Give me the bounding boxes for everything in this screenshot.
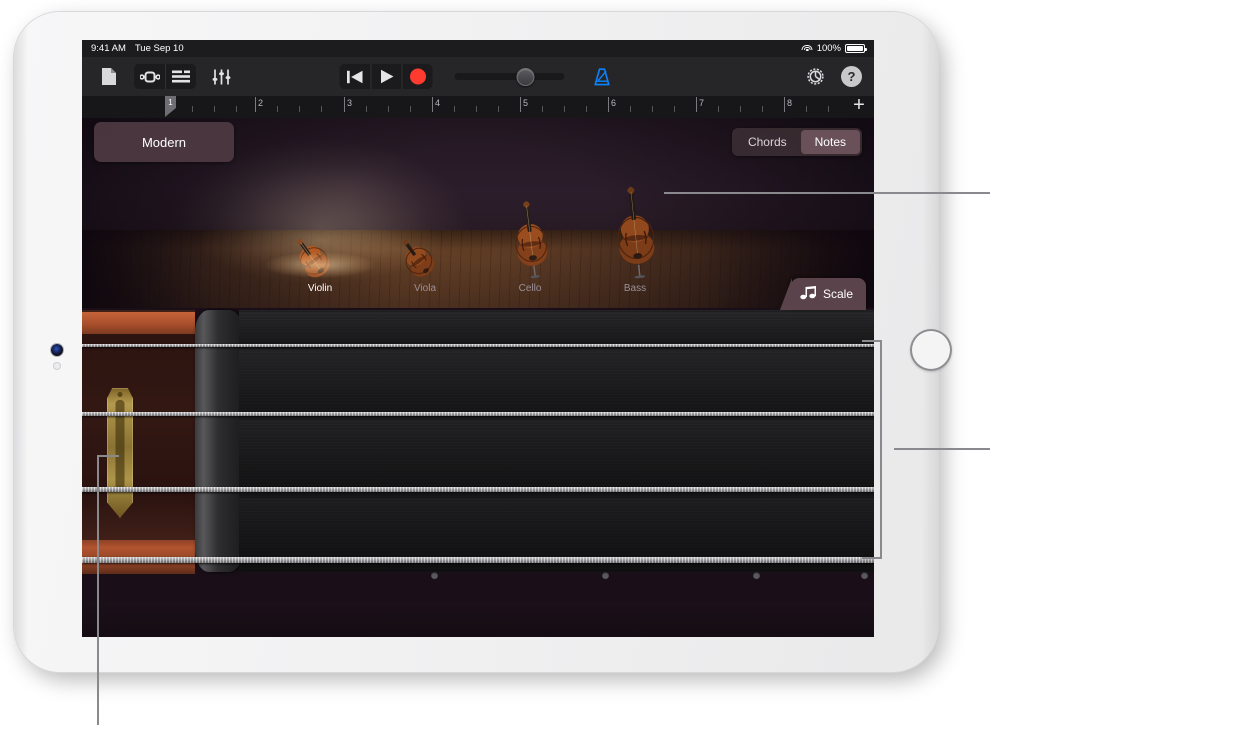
position-marker-dot — [861, 572, 868, 579]
master-volume-slider[interactable] — [454, 67, 565, 86]
fretboard-lower-shadow — [82, 602, 874, 637]
rewind-icon[interactable] — [339, 64, 371, 89]
instrument-bass[interactable]: Bass — [590, 186, 680, 294]
ipad-screen: 9:41 AM Tue Sep 10 100% ? 2 3 4 5 6 7 8 … — [82, 40, 874, 637]
toolbar-right-group: ? — [800, 64, 862, 89]
callout-strings-bracket-vertical — [880, 340, 882, 559]
callout-strings-bracket-top — [862, 340, 882, 342]
string-instrument-fretboard[interactable] — [82, 308, 874, 637]
ruler-bar-label: 5 — [523, 98, 529, 108]
ruler-bar-label: 2 — [258, 98, 264, 108]
view-toggle-group — [134, 64, 196, 89]
toolbar-left-group — [94, 64, 236, 89]
ruler-bar-label: 8 — [787, 98, 793, 108]
status-bar-left: 9:41 AM Tue Sep 10 — [91, 43, 184, 54]
ruler-bar-label: 6 — [611, 98, 617, 108]
home-button[interactable] — [910, 329, 952, 371]
ambient-light-sensor-icon — [54, 363, 60, 369]
position-marker-dot — [602, 572, 609, 579]
settings-gear-icon[interactable] — [800, 64, 830, 89]
battery-icon — [845, 44, 867, 53]
string-lane-1[interactable] — [239, 312, 874, 346]
callout-strings-bracket-bottom — [862, 557, 882, 559]
instrument-label-bass: Bass — [623, 283, 647, 294]
app-toolbar: ? — [82, 57, 874, 96]
ruler-bar-label: 3 — [347, 98, 353, 108]
instrument-label-violin: Violin — [307, 283, 333, 294]
instrument-label-cello: Cello — [518, 283, 542, 294]
status-bar: 9:41 AM Tue Sep 10 100% — [82, 40, 874, 57]
position-marker-dot — [431, 572, 438, 579]
playhead-bar-label: 1 — [165, 96, 176, 108]
document-icon[interactable] — [94, 64, 124, 89]
scale-button[interactable]: Scale — [790, 278, 866, 310]
callout-instrument-selector — [664, 192, 990, 194]
ruler-bar-label: 7 — [699, 98, 705, 108]
ruler-bar-label: 4 — [435, 98, 441, 108]
instrument-body-top-edge — [82, 312, 195, 334]
instrument-label-viola: Viola — [413, 283, 437, 294]
stage-wood-floor — [82, 230, 874, 308]
instrument-viola[interactable]: Viola — [380, 188, 470, 294]
status-date: Tue Sep 10 — [134, 43, 184, 54]
callout-tailpiece-leader — [97, 455, 119, 457]
playhead-tail — [165, 108, 176, 117]
front-camera-icon — [51, 344, 63, 356]
wifi-icon — [801, 44, 813, 53]
loop-browser-icon[interactable] — [134, 64, 165, 89]
play-icon[interactable] — [370, 64, 402, 89]
viola-icon — [380, 188, 470, 280]
string-lane-3[interactable] — [239, 420, 874, 492]
record-icon[interactable] — [401, 64, 433, 89]
string-3[interactable] — [82, 487, 874, 492]
scale-button-label: Scale — [822, 287, 853, 301]
string-lane-2[interactable] — [239, 350, 874, 416]
preset-name-button[interactable]: Modern — [94, 122, 234, 162]
toolbar-transport-group — [339, 64, 617, 89]
bass-icon — [590, 186, 680, 280]
string-4[interactable] — [82, 557, 874, 563]
mixer-icon[interactable] — [206, 64, 236, 89]
status-time: 9:41 AM — [91, 43, 126, 54]
metronome-icon[interactable] — [587, 64, 617, 89]
callout-tailpiece-vertical — [97, 455, 99, 725]
volume-slider-knob[interactable] — [516, 67, 535, 86]
string-1[interactable] — [82, 344, 874, 347]
add-section-button[interactable]: + — [850, 95, 868, 115]
instrument-violin[interactable]: Violin — [265, 188, 375, 294]
tailpiece-icon — [107, 388, 133, 518]
tracks-view-icon[interactable] — [165, 64, 196, 89]
position-marker-dot — [753, 572, 760, 579]
instrument-nut — [195, 310, 243, 572]
callout-strings-leader — [894, 448, 990, 450]
cello-icon — [485, 188, 575, 280]
instrument-cello[interactable]: Cello — [485, 188, 575, 294]
status-bar-right: 100% — [801, 43, 867, 54]
help-button[interactable]: ? — [841, 66, 862, 87]
transport-controls — [339, 64, 433, 89]
violin-icon — [275, 188, 365, 280]
playhead[interactable]: 1 — [165, 96, 176, 117]
timeline-ruler[interactable]: 2 3 4 5 6 7 8 1 + — [82, 95, 874, 118]
chords-notes-toggle[interactable]: Chords Notes — [731, 128, 862, 156]
instrument-body — [82, 310, 195, 574]
tab-chords[interactable]: Chords — [734, 130, 801, 154]
battery-percent-label: 100% — [816, 43, 841, 54]
double-eighth-note-icon — [800, 285, 817, 303]
string-2[interactable] — [82, 412, 874, 416]
tab-notes[interactable]: Notes — [800, 130, 860, 154]
